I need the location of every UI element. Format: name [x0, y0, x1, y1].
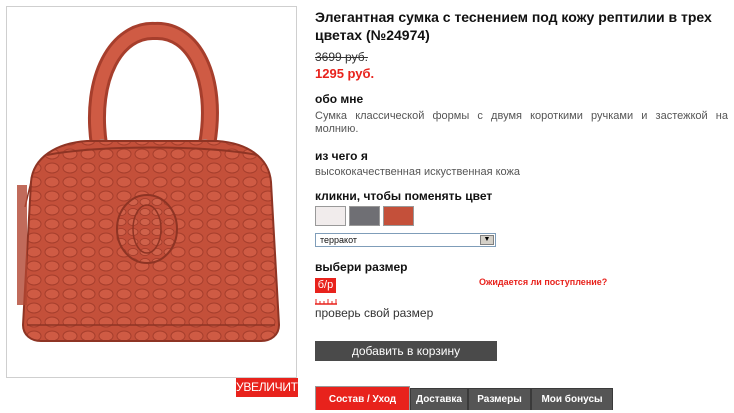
tab-sizes[interactable]: Размеры — [468, 388, 531, 410]
color-swatch-grey[interactable] — [349, 206, 380, 226]
info-tabs: Состав / Уход Доставка Размеры Мои бонус… — [315, 384, 613, 410]
zoom-button[interactable]: УВЕЛИЧИТЬ — [236, 378, 306, 397]
sale-price: 1295 руб. — [315, 66, 375, 81]
material-heading: из чего я — [315, 149, 368, 163]
old-price: 3699 руб. — [315, 50, 368, 64]
tab-my-bonuses[interactable]: Мои бонусы — [531, 388, 613, 410]
about-text: Сумка классической формы с двумя коротки… — [315, 110, 728, 135]
product-image-frame[interactable] — [6, 6, 297, 378]
size-heading: выбери размер — [315, 260, 408, 274]
tab-delivery[interactable]: Доставка — [410, 388, 468, 410]
about-heading: обо мне — [315, 92, 364, 106]
color-heading: кликни, чтобы поменять цвет — [315, 189, 493, 203]
add-to-cart-button[interactable]: добавить в корзину — [315, 341, 497, 361]
material-text: высококачественная искуственная кожа — [315, 166, 520, 178]
chevron-down-icon[interactable]: ▼ — [480, 235, 494, 245]
color-select-value: терракот — [320, 235, 358, 245]
product-image — [17, 22, 281, 342]
availability-link[interactable]: Ожидается ли поступление? — [479, 277, 607, 287]
color-select[interactable]: терракот ▼ — [315, 233, 496, 247]
tab-composition-care[interactable]: Состав / Уход — [315, 386, 410, 410]
color-swatch-white[interactable] — [315, 206, 346, 226]
product-title: Элегантная сумка с теснением под кожу ре… — [315, 9, 712, 43]
product-info: Элегантная сумка с теснением под кожу ре… — [315, 8, 730, 410]
ruler-icon — [315, 299, 337, 305]
color-swatch-terracotta[interactable] — [383, 206, 414, 226]
size-option[interactable]: б/р — [315, 278, 336, 293]
size-guide-link[interactable]: проверь свой размер — [315, 306, 433, 320]
